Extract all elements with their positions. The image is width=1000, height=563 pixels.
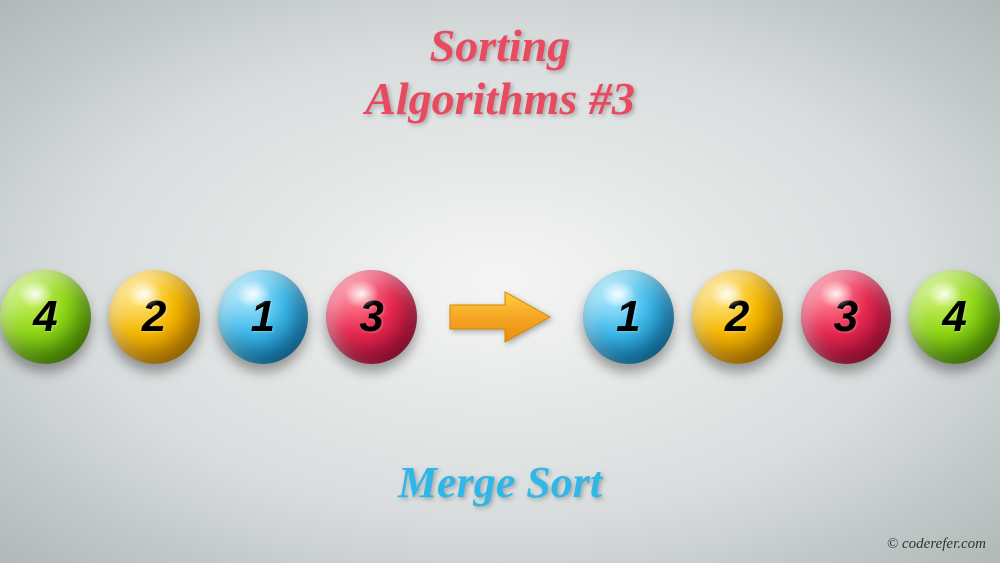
sorted-ball-4: 4 (909, 270, 1000, 364)
title-line-1: Sorting (0, 20, 1000, 73)
ball-number: 2 (142, 292, 166, 342)
ball-number: 2 (725, 292, 749, 342)
unsorted-ball-2: 2 (109, 270, 200, 364)
unsorted-ball-1: 4 (0, 270, 91, 364)
ball-number: 1 (251, 292, 275, 342)
sorted-ball-2: 2 (692, 270, 783, 364)
sorting-diagram: 4 2 1 3 1 2 3 4 (0, 270, 1000, 364)
arrow-icon (445, 287, 555, 347)
ball-number: 3 (834, 292, 858, 342)
algorithm-name: Merge Sort (0, 457, 1000, 508)
main-title: Sorting Algorithms #3 (0, 0, 1000, 126)
ball-number: 1 (616, 292, 640, 342)
unsorted-ball-3: 1 (218, 270, 309, 364)
ball-number: 4 (33, 292, 57, 342)
title-line-2: Algorithms #3 (0, 73, 1000, 126)
sorted-ball-1: 1 (583, 270, 674, 364)
ball-number: 3 (359, 292, 383, 342)
ball-number: 4 (942, 292, 966, 342)
copyright-text: © coderefer.com (887, 536, 986, 553)
sorted-ball-3: 3 (801, 270, 892, 364)
unsorted-ball-4: 3 (326, 270, 417, 364)
